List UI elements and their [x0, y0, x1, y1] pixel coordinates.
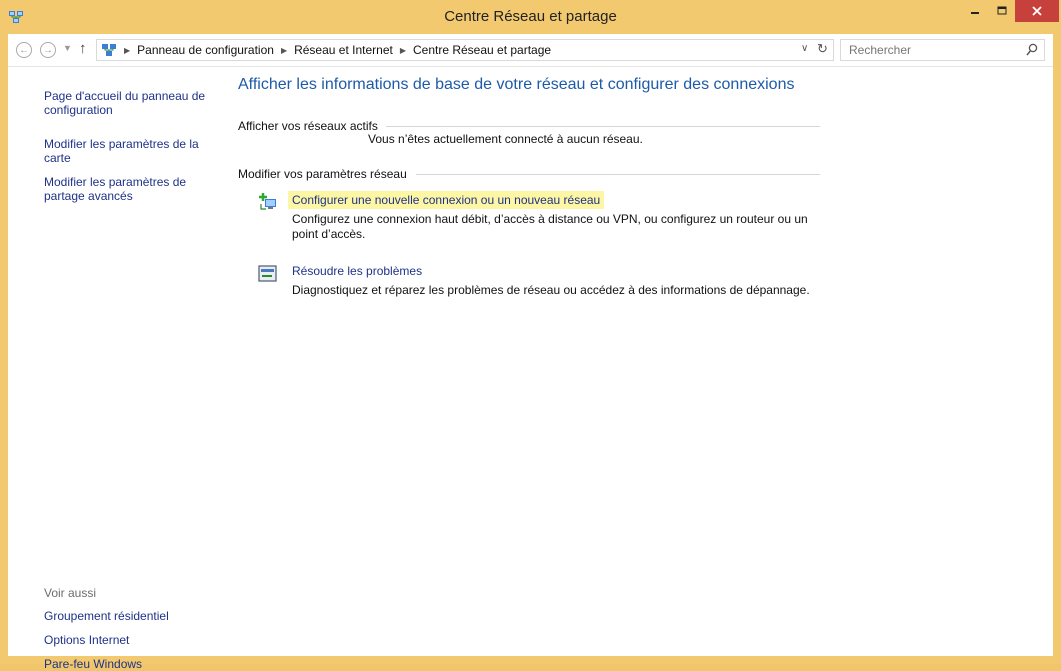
control-panel-icon	[102, 44, 116, 56]
windows-firewall-link[interactable]: Pare-feu Windows	[44, 657, 214, 671]
troubleshoot-link[interactable]: Résoudre les problèmes	[292, 264, 422, 278]
breadcrumb-network-internet[interactable]: Réseau et Internet	[294, 43, 393, 57]
close-button[interactable]	[1015, 0, 1059, 22]
maximize-icon	[997, 6, 1007, 15]
window-title: Centre Réseau et partage	[444, 8, 617, 25]
navigation-bar: ← → ▼ ↑ ▶ Panneau de configuration ▶ Rés…	[8, 34, 1053, 67]
recent-locations-button[interactable]: ▼	[63, 43, 72, 53]
not-connected-message: Vous n’êtes actuellement connecté à aucu…	[368, 132, 643, 146]
section-divider	[416, 174, 820, 175]
internet-options-link[interactable]: Options Internet	[44, 633, 214, 647]
search-input[interactable]	[847, 42, 1021, 58]
breadcrumb-separator-icon: ▶	[124, 45, 131, 55]
new-connection-link[interactable]: Configurer une nouvelle connexion ou un …	[288, 191, 605, 209]
search-icon[interactable]	[1026, 43, 1038, 57]
breadcrumb-network-center[interactable]: Centre Réseau et partage	[413, 43, 551, 57]
maximize-button[interactable]	[989, 0, 1015, 22]
client-area: ← → ▼ ↑ ▶ Panneau de configuration ▶ Rés…	[8, 34, 1053, 671]
refresh-button[interactable]: ↻	[817, 41, 828, 57]
section-divider	[386, 126, 820, 127]
breadcrumb: ▶ Panneau de configuration ▶ Réseau et I…	[101, 43, 551, 57]
window: Centre Réseau et partage ← → ▼ ↑ ▶ Panne…	[0, 0, 1061, 671]
up-arrow-icon: ↑	[79, 40, 87, 57]
homegroup-link[interactable]: Groupement résidentiel	[44, 609, 214, 623]
page-title: Afficher les informations de base de vot…	[238, 76, 795, 93]
chevron-down-icon: ∨	[801, 43, 809, 54]
refresh-icon: ↻	[817, 41, 828, 56]
modify-settings-label: Modifier vos paramètres réseau	[238, 167, 407, 181]
advanced-sharing-link[interactable]: Modifier les paramètres de partage avanc…	[44, 175, 214, 203]
control-panel-home-link[interactable]: Page d'accueil du panneau de configurati…	[44, 89, 214, 117]
main-content: Afficher les informations de base de vot…	[238, 67, 1053, 655]
adapter-settings-link[interactable]: Modifier les paramètres de la carte	[44, 137, 214, 165]
minimize-button[interactable]	[962, 0, 988, 22]
close-icon	[1032, 6, 1042, 16]
back-button[interactable]: ←	[16, 42, 32, 58]
back-arrow-icon: ←	[19, 45, 29, 56]
new-connection-description: Configurez une connexion haut débit, d’a…	[292, 212, 808, 241]
chevron-down-icon: ▼	[63, 43, 72, 53]
new-connection-icon	[259, 193, 276, 210]
troubleshoot-icon	[258, 265, 277, 282]
active-networks-label: Afficher vos réseaux actifs	[238, 119, 378, 133]
forward-arrow-icon: →	[43, 45, 53, 56]
title-bar[interactable]: Centre Réseau et partage	[0, 0, 1061, 34]
search-box[interactable]	[840, 39, 1045, 61]
up-button[interactable]: ↑	[79, 40, 87, 57]
breadcrumb-separator-icon[interactable]: ▶	[400, 46, 406, 55]
left-pane: Page d'accueil du panneau de configurati…	[8, 67, 228, 671]
address-history-button[interactable]: ∨	[801, 43, 808, 54]
breadcrumb-control-panel[interactable]: Panneau de configuration	[137, 43, 274, 57]
forward-button[interactable]: →	[40, 42, 56, 58]
troubleshoot-description: Diagnostiquez et réparez les problèmes d…	[292, 283, 810, 297]
breadcrumb-separator-icon[interactable]: ▶	[281, 46, 287, 55]
minimize-icon	[971, 12, 979, 14]
see-also-heading: Voir aussi	[44, 586, 97, 600]
address-bar[interactable]: ▶ Panneau de configuration ▶ Réseau et I…	[96, 39, 834, 61]
